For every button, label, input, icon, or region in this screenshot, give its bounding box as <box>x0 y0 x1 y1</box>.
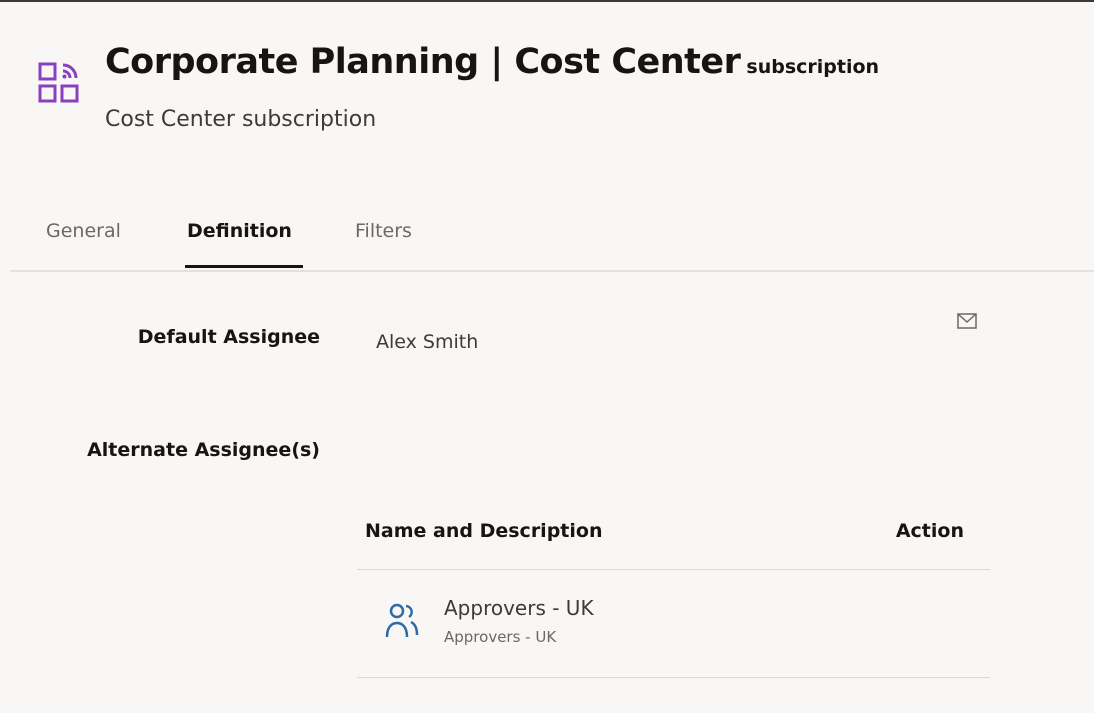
title-row: Corporate Planning | Cost Center subscrip… <box>105 42 879 82</box>
page-title: Corporate Planning | Cost Center <box>105 42 741 82</box>
default-assignee-label: Default Assignee <box>137 326 320 348</box>
column-header-name: Name and Description <box>365 520 603 542</box>
mail-icon[interactable] <box>957 313 977 329</box>
tab-definition[interactable]: Definition <box>187 220 292 242</box>
tab-filters[interactable]: Filters <box>355 220 412 242</box>
subscription-grid-icon <box>38 62 79 103</box>
page-subtitle: Cost Center subscription <box>105 107 377 132</box>
group-users-icon <box>385 603 419 638</box>
page-title-suffix: subscription <box>746 56 880 78</box>
tab-general[interactable]: General <box>46 220 121 242</box>
table-row-divider <box>357 677 990 678</box>
tab-bar: General Definition Filters <box>0 200 1094 272</box>
default-assignee-value: Alex Smith <box>376 331 479 353</box>
row-description: Approvers - UK <box>444 628 557 646</box>
row-name: Approvers - UK <box>444 596 594 620</box>
alternate-assignees-label: Alternate Assignee(s) <box>87 439 320 461</box>
column-header-action: Action <box>895 520 964 542</box>
table-header-divider <box>357 569 990 570</box>
page-header: Corporate Planning | Cost Center subscrip… <box>0 0 1094 200</box>
active-tab-indicator <box>185 265 303 268</box>
tabs-divider <box>10 270 1094 272</box>
